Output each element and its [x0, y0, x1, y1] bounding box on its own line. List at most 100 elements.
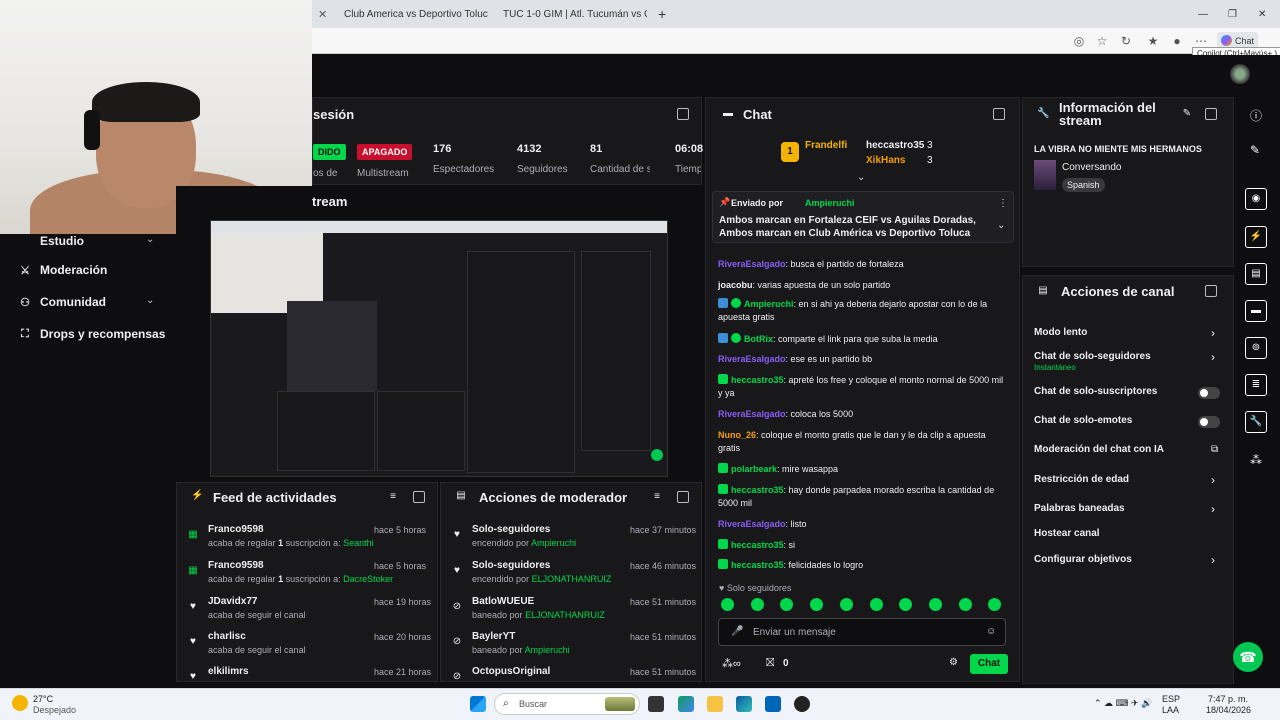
edit-pencil-icon[interactable]: ✎: [1181, 108, 1193, 120]
channel-action-7[interactable]: Hostear canal: [1034, 528, 1100, 539]
file-explorer-icon[interactable]: [707, 696, 723, 712]
chat-input[interactable]: 🎤 Enviar un mensaje ☺: [718, 618, 1006, 646]
weather-sun-icon[interactable]: [12, 695, 28, 711]
chat-username[interactable]: joacobu: [718, 280, 753, 290]
task-view-icon[interactable]: [648, 696, 664, 712]
filter-icon[interactable]: ≡: [651, 491, 663, 503]
emoji-icon[interactable]: ☺: [986, 626, 996, 637]
lightning-icon[interactable]: ⚡: [1245, 226, 1267, 248]
info-icon[interactable]: ⓘ: [1250, 107, 1262, 124]
broadcast-icon[interactable]: ⊚: [1245, 337, 1267, 359]
popout-icon[interactable]: [1205, 285, 1217, 297]
popout-icon[interactable]: [677, 108, 689, 120]
channel-action-8[interactable]: Configurar objetivos: [1034, 554, 1132, 565]
channel-points-icon[interactable]: ⁂: [1250, 453, 1262, 467]
taskbar-search[interactable]: ⌕ Buscar: [494, 693, 640, 715]
channel-action-0[interactable]: Modo lento: [1034, 327, 1087, 338]
toggle-switch[interactable]: [1198, 387, 1220, 399]
window-close-icon[interactable]: ✕: [1258, 4, 1266, 24]
chat-username[interactable]: heccastro35: [731, 560, 784, 570]
feed-target-user[interactable]: DacreStoker: [343, 574, 393, 584]
leader-name-3[interactable]: XikHans: [866, 155, 905, 166]
external-link-icon[interactable]: ⧉: [1211, 444, 1218, 455]
emote-icon[interactable]: [810, 598, 824, 611]
keyboard-lang[interactable]: ESP: [1162, 694, 1180, 704]
mod-action-by[interactable]: ELJONATHANRUIZ: [532, 574, 612, 584]
refresh-extension-icon[interactable]: ↻: [1119, 34, 1133, 48]
feed-user-name[interactable]: JDavidx77: [208, 596, 257, 607]
gift-icon[interactable]: ⛝: [766, 657, 774, 670]
chevron-right-icon[interactable]: ›: [1211, 502, 1215, 516]
chevron-down-icon[interactable]: ⌄: [146, 295, 154, 306]
channel-action-4[interactable]: Moderación del chat con IA: [1034, 444, 1164, 455]
leader-name-2[interactable]: heccastro35: [866, 140, 924, 151]
emote-icon[interactable]: [869, 598, 883, 611]
profile-icon[interactable]: ●: [1170, 34, 1184, 48]
tab-close-prev[interactable]: ✕: [318, 4, 327, 24]
chat-username[interactable]: heccastro35: [731, 375, 784, 385]
clip-icon[interactable]: ◉: [1245, 188, 1267, 210]
new-tab-icon[interactable]: +: [658, 4, 666, 24]
edge-browser-icon[interactable]: [736, 696, 752, 712]
channel-points-icon[interactable]: ⁂∞: [722, 657, 741, 670]
chat-bubble-icon[interactable]: ▬: [1245, 300, 1267, 322]
mod-action-name[interactable]: BatloWUEUE: [472, 596, 534, 607]
chevron-right-icon[interactable]: ›: [1211, 326, 1215, 340]
mod-action-name[interactable]: Solo-seguidores: [472, 524, 550, 535]
maximize-icon[interactable]: ❐: [1228, 4, 1237, 24]
favorite-star-icon[interactable]: ☆: [1095, 34, 1109, 48]
chat-username[interactable]: RiveraEsalgado: [718, 259, 786, 269]
feed-target-user[interactable]: Seanthi: [343, 538, 374, 548]
chat-username[interactable]: RiveraEsalgado: [718, 354, 786, 364]
sidebar-item-comunidad[interactable]: ⚇ Comunidad: [18, 295, 106, 309]
emote-icon[interactable]: [839, 598, 853, 611]
chat-username[interactable]: BotRix: [744, 334, 773, 344]
edit-pencil-icon[interactable]: ✎: [1250, 143, 1260, 157]
chat-send-button[interactable]: Chat: [970, 654, 1008, 674]
emote-icon[interactable]: [928, 598, 942, 611]
chat-username[interactable]: heccastro35: [731, 485, 784, 495]
emote-icon[interactable]: [750, 598, 764, 611]
tray-icons[interactable]: ⌃ ☁ ⌨ ✈ 🔊: [1094, 698, 1152, 709]
chevron-right-icon[interactable]: ›: [1211, 350, 1215, 364]
stack-icon[interactable]: ≣: [1245, 374, 1267, 396]
sidebar-item-drops[interactable]: ⛶ Drops y recompensas: [18, 327, 165, 341]
chat-username[interactable]: polarbeark: [731, 464, 777, 474]
mod-action-by[interactable]: Ampieruchi: [525, 645, 570, 655]
support-fab-icon[interactable]: ☎: [1233, 642, 1263, 672]
tab-tucuman[interactable]: TUC 1-0 GIM | Atl. Tucumán vs Gim ✕: [497, 4, 647, 24]
chevron-down-icon[interactable]: ⌄: [997, 220, 1005, 231]
user-avatar[interactable]: [1230, 64, 1250, 84]
emote-icon[interactable]: [958, 598, 972, 611]
chevron-right-icon[interactable]: ›: [1211, 553, 1215, 567]
chat-username[interactable]: Ampieruchi: [744, 299, 794, 309]
store-icon[interactable]: [765, 696, 781, 712]
more-options-icon[interactable]: ⋮: [998, 198, 1008, 209]
microphone-icon[interactable]: 🎤: [731, 626, 743, 637]
mod-action-name[interactable]: Solo-seguidores: [472, 560, 550, 571]
mod-action-by[interactable]: ELJONATHANRUIZ: [525, 610, 605, 620]
category-name[interactable]: Conversando: [1062, 162, 1121, 173]
channel-action-6[interactable]: Palabras baneadas: [1034, 503, 1125, 514]
document-icon[interactable]: ▤: [1245, 263, 1267, 285]
obs-icon[interactable]: [794, 696, 810, 712]
popout-icon[interactable]: [677, 491, 689, 503]
chat-username[interactable]: heccastro35: [731, 540, 784, 550]
feed-user-name[interactable]: Franco9598: [208, 524, 264, 535]
mod-action-name[interactable]: OctopusOriginal: [472, 666, 550, 677]
channel-action-1[interactable]: Chat de solo-seguidores: [1034, 351, 1151, 362]
read-aloud-icon[interactable]: ◎: [1072, 34, 1086, 48]
clock-time[interactable]: 7:47 p. m.: [1208, 694, 1248, 704]
settings-gear-icon[interactable]: ⚙: [949, 657, 958, 668]
pinned-message[interactable]: 📌 Enviado por Ampieruchi Ambos marcan en…: [712, 191, 1014, 243]
channel-action-2[interactable]: Chat de solo-suscriptores: [1034, 386, 1157, 397]
tab-club-america[interactable]: Club America vs Deportivo Toluca ✕: [338, 4, 488, 24]
mod-action-by[interactable]: Ampieruchi: [531, 538, 576, 548]
channel-action-5[interactable]: Restricción de edad: [1034, 474, 1129, 485]
chevron-down-icon[interactable]: ⌄: [146, 234, 154, 245]
wrench-icon[interactable]: 🔧: [1245, 411, 1267, 433]
sidebar-item-moderacion[interactable]: ⚔ Moderación: [18, 263, 107, 277]
collapse-icon[interactable]: ⌄: [857, 172, 865, 183]
popout-icon[interactable]: [1205, 108, 1217, 120]
sidebar-item-estudio[interactable]: Estudio: [40, 234, 84, 248]
